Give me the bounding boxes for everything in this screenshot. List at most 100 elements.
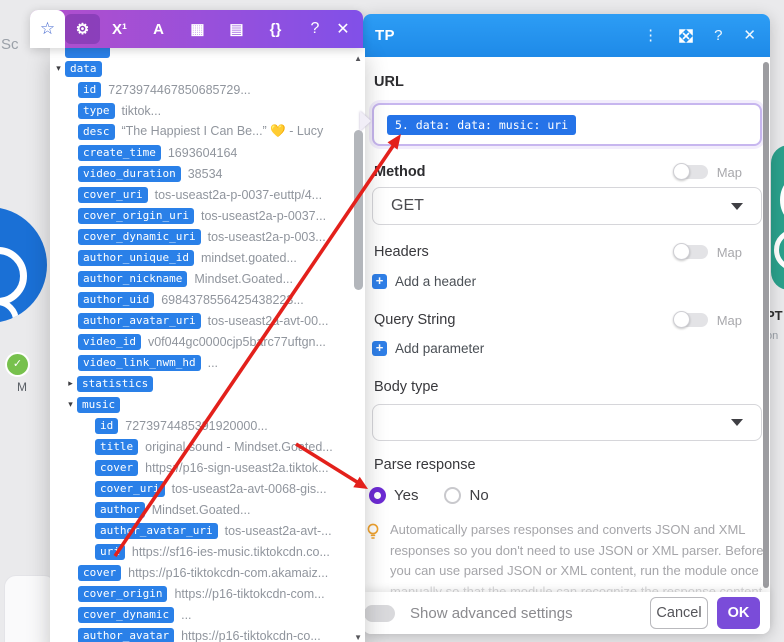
variable-chip[interactable]: author_avatar_uri [95,523,218,539]
variable-value: tiktok... [122,104,162,118]
expand-icon[interactable] [679,29,693,43]
variable-chip[interactable]: type [78,103,115,119]
variable-chip[interactable]: cover_uri [95,481,165,497]
variable-chip[interactable]: create_time [78,145,161,161]
variable-value: 1693604164 [168,146,238,160]
tree-row-cover_dynamic: cover_dynamic... [50,604,365,625]
variable-chip[interactable]: id [78,82,101,98]
variable-chip[interactable]: title [95,439,138,455]
hint-line: you can use parsed JSON or XML content, … [390,561,763,582]
expand-icon[interactable]: ▸ [64,378,77,389]
mapped-variable-tag[interactable]: 5. data: data: music: uri [387,115,576,135]
tab-date[interactable]: ▦ [178,10,217,48]
variable-chip[interactable]: author_avatar [78,628,174,642]
parse-response-radios: Yes No [369,487,489,504]
help-icon[interactable]: ? [714,28,722,43]
add-header-button[interactable]: + Add a header [372,274,476,289]
variable-value: tos-useast2a-avt-... [225,524,332,538]
variable-chip[interactable]: author_unique_id [78,250,194,266]
tab-help-icon[interactable]: ? [301,10,329,48]
variable-value: tos-useast2a-p-0037-euttp/4... [155,188,322,202]
variable-chip[interactable]: video_link_nwm_hd [78,355,201,371]
variable-chip[interactable]: author_avatar_uri [78,313,201,329]
variable-chip[interactable]: statistics [77,376,153,392]
variable-chip[interactable]: video_duration [78,166,181,182]
variable-chip[interactable]: desc [78,124,115,140]
variable-chip[interactable]: id [95,418,118,434]
ok-button[interactable]: OK [717,597,760,629]
variable-chip[interactable]: music [77,397,120,413]
tree-row-id: id7273974485391920000... [50,415,365,436]
variable-chip[interactable]: author_nickname [78,271,187,287]
variable-chip[interactable]: cover_dynamic_uri [78,229,201,245]
parse-response-label: Parse response [374,457,476,473]
tab-general[interactable]: ⚙ [65,14,100,44]
cancel-button[interactable]: Cancel [650,597,708,629]
method-value: GET [391,197,424,215]
query-string-row: Query String Map [374,312,742,328]
collapse-icon[interactable]: ▾ [64,399,77,410]
method-row: Method Map [374,164,742,180]
tree-row-video_duration: video_duration38534 [50,163,365,184]
tab-functions[interactable]: {} [256,10,295,48]
map-label: Map [717,165,742,180]
variable-chip[interactable]: video_id [78,334,141,350]
tree-row-cover_uri: cover_uri tos-useast2a-p-0037-euttp/4... [50,184,365,205]
scroll-up-icon[interactable]: ▲ [354,54,362,63]
lightbulb-icon [365,522,381,602]
variable-chip[interactable]: author_uid [78,292,154,308]
tree-row-author_avatar_uri: author_avatar_uri tos-useast2a-avt-... [50,520,365,541]
tree-row-title: titleoriginal sound - Mindset.Goated... [50,436,365,457]
tree-row-create_time: create_time 1693604164 [50,142,365,163]
tree-row-statistics: ▸statistics [50,373,365,394]
variable-chip[interactable]: data [65,61,102,77]
tab-array[interactable]: ▤ [217,10,256,48]
tree-row-data: ▾data [50,58,365,79]
tab-favorites[interactable]: ☆ [30,10,65,48]
background-module-blue [0,207,47,323]
headers-map-toggle[interactable] [675,245,708,259]
tree-row-type: type tiktok... [50,100,365,121]
picker-scrollbar-thumb[interactable] [354,130,363,290]
variable-chip[interactable]: cover [78,565,121,581]
advanced-settings-toggle[interactable] [364,605,395,622]
collapse-icon[interactable]: ▾ [52,63,65,74]
panel-footer: Show advanced settings Cancel OK [363,592,770,634]
headers-row: Headers Map [374,244,742,260]
radio-no[interactable] [444,487,461,504]
method-map-toggle[interactable] [675,165,708,179]
query-map-toggle[interactable] [675,313,708,327]
tree-row-author_nickname: author_nicknameMindset.Goated... [50,268,365,289]
tree-row-author_uid: author_uid6984378556425438223... [50,289,365,310]
module-label-fragment: M [17,380,27,394]
variable-chip[interactable]: cover_uri [78,187,148,203]
radio-yes[interactable] [369,487,386,504]
hint-line: responses so you don't need to use JSON … [390,541,763,562]
variable-value: tos-useast2a-p-0037... [201,209,326,223]
variable-value: https://p16-tiktokcdn-com.akamaiz... [128,566,328,580]
variable-chip[interactable]: cover_origin_uri [78,208,194,224]
variable-chip[interactable]: uri [95,544,125,560]
tree-row-cover: coverhttps://p16-sign-useast2a.tiktok... [50,457,365,478]
variable-chip[interactable]: cover_origin [78,586,167,602]
tree-row-uri: urihttps://sf16-ies-music.tiktokcdn.co..… [50,541,365,562]
variable-chip[interactable]: author [95,502,145,518]
panel-scrollbar[interactable] [763,62,769,588]
variable-chip[interactable]: cover_dynamic [78,607,174,623]
url-input[interactable]: 5. data: data: music: uri [372,103,762,146]
add-parameter-button[interactable]: + Add parameter [372,341,484,356]
http-settings-panel: TP ⋮ ? ✕ URL 5. data: data: music: uri M… [363,14,770,634]
tab-close-icon[interactable]: ✕ [329,10,357,48]
tree-row-author: authorMindset.Goated... [50,499,365,520]
tree-row-music: ▾music [50,394,365,415]
method-select[interactable]: GET [372,187,762,225]
body-type-select[interactable] [372,404,762,441]
tab-math[interactable]: X¹ [100,10,139,48]
menu-dots-icon[interactable]: ⋮ [643,28,658,43]
close-icon[interactable]: ✕ [743,28,756,43]
background-card-fragment [4,575,56,642]
scroll-down-icon[interactable]: ▼ [354,633,362,642]
variable-chip[interactable]: cover [95,460,138,476]
tab-text[interactable]: A [139,10,178,48]
panel-title: TP [375,27,395,44]
